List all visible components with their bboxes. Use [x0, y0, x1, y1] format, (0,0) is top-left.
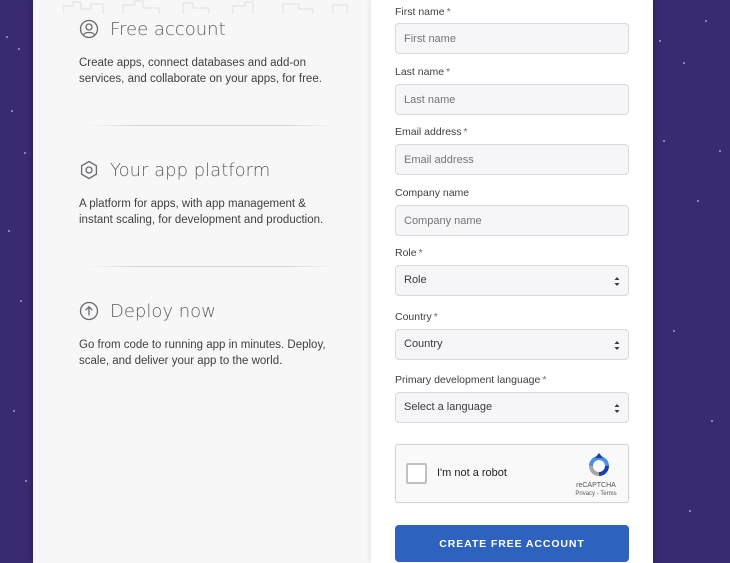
- upload-arrow-icon: [79, 301, 99, 321]
- feature-description: Create apps, connect databases and add-o…: [79, 57, 322, 85]
- country-select[interactable]: Country: [395, 329, 629, 360]
- recaptcha-widget: I'm not a robot reCAPTCHA Privacy - Term…: [395, 444, 629, 503]
- feature-description: A platform for apps, with app management…: [79, 198, 324, 226]
- first-name-label: First name *: [395, 6, 451, 18]
- email-field: Email address *: [395, 126, 629, 175]
- hexagon-icon: [80, 160, 98, 180]
- create-free-account-button[interactable]: CREATE FREE ACCOUNT: [395, 525, 629, 562]
- recaptcha-privacy-terms-link[interactable]: Privacy - Terms: [566, 491, 626, 497]
- feature-free-account: Free account Create apps, connect databa…: [79, 15, 339, 87]
- feature-deploy-now: Deploy now Go from code to running app i…: [79, 297, 339, 369]
- country-select-value: Country: [404, 338, 443, 350]
- feature-title: Deploy now: [110, 300, 216, 322]
- country-label: Country *: [395, 311, 438, 323]
- last-name-input[interactable]: [395, 84, 629, 115]
- divider: [87, 266, 335, 267]
- select-arrows-icon: [614, 404, 620, 413]
- company-field: Company name: [395, 187, 629, 236]
- feature-description: Go from code to running app in minutes. …: [79, 339, 326, 367]
- language-field: Primary development language * Select a l…: [395, 374, 629, 423]
- signup-form: First name* Last name* Email address* Co…: [371, 0, 653, 563]
- first-name-field: First name *: [395, 6, 629, 54]
- first-name-input[interactable]: [395, 23, 629, 54]
- company-input[interactable]: [395, 205, 629, 236]
- last-name-field: Last name *: [395, 66, 629, 115]
- feature-title: Your app platform: [110, 159, 271, 181]
- features-panel: Free account Create apps, connect databa…: [33, 0, 371, 563]
- company-label: Company name: [395, 187, 470, 199]
- last-name-label: Last name *: [395, 66, 451, 78]
- language-select-value: Select a language: [404, 401, 493, 413]
- starfield-right: [653, 0, 730, 563]
- recaptcha-label: I'm not a robot: [437, 467, 507, 479]
- email-input[interactable]: [395, 144, 629, 175]
- email-label: Email address *: [395, 126, 468, 138]
- feature-title: Free account: [110, 18, 226, 40]
- feature-app-platform: Your app platform A platform for apps, w…: [79, 156, 339, 228]
- role-select-value: Role: [404, 274, 427, 286]
- recaptcha-checkbox[interactable]: [406, 463, 427, 484]
- divider: [87, 125, 335, 126]
- recaptcha-logo-icon: [589, 453, 609, 476]
- role-field: Role * Role: [395, 247, 629, 296]
- starfield-left: [0, 0, 33, 563]
- language-select[interactable]: Select a language: [395, 392, 629, 423]
- recaptcha-brand: reCAPTCHA: [576, 482, 616, 489]
- signup-card: Free account Create apps, connect databa…: [33, 0, 653, 563]
- role-label: Role *: [395, 247, 423, 259]
- role-select[interactable]: Role: [395, 265, 629, 296]
- select-arrows-icon: [614, 277, 620, 286]
- language-label: Primary development language *: [395, 374, 547, 386]
- select-arrows-icon: [614, 341, 620, 350]
- city-skyline-decoration: [63, 0, 348, 14]
- country-field: Country * Country: [395, 311, 629, 360]
- user-icon: [79, 19, 99, 39]
